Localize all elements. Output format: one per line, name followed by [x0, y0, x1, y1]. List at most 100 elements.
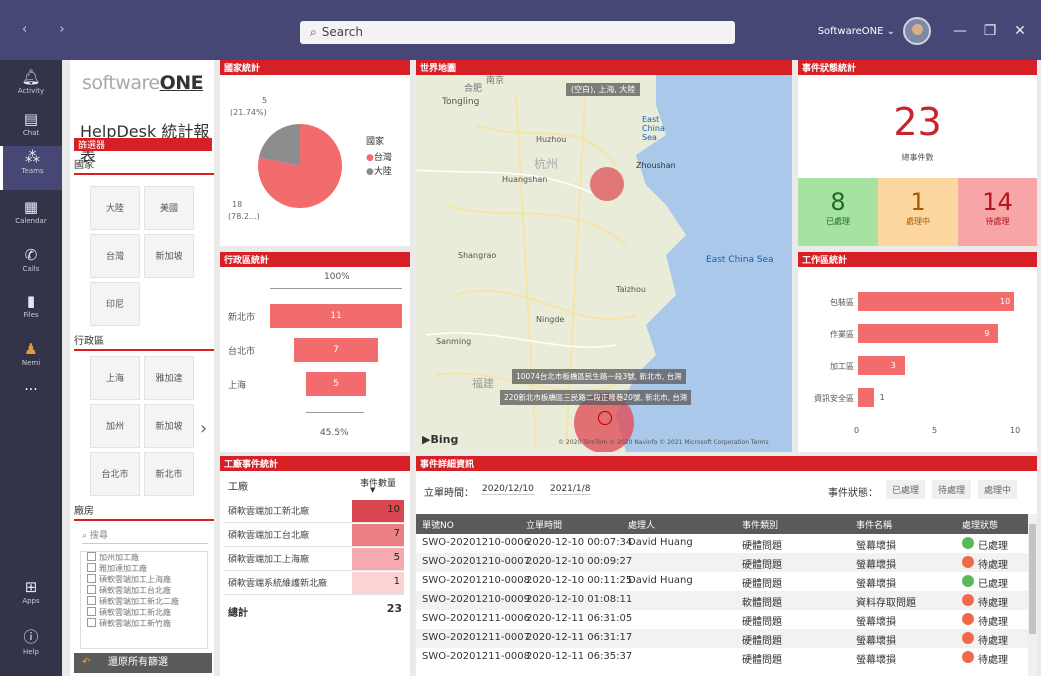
table-cell: 2020-12-11 06:35:37: [526, 651, 633, 662]
more-icon[interactable]: ···: [0, 382, 62, 426]
factory-checkbox[interactable]: 碩軟雲端加工新竹廠: [81, 618, 207, 629]
district-tile[interactable]: 加州: [90, 404, 140, 448]
back-forward-arrows[interactable]: ‹ ›: [22, 22, 79, 37]
table-row[interactable]: SWO-20201210-0009 2020-12-10 01:08:11 軟體問題…: [416, 591, 1028, 610]
close-icon[interactable]: ✕: [1005, 23, 1035, 39]
status-filter-label: 事件狀態：: [828, 488, 878, 499]
funnel-category-label: 新北市: [228, 313, 256, 323]
maximize-icon[interactable]: ❐: [975, 23, 1005, 39]
country-tile[interactable]: 大陸: [90, 186, 140, 230]
country-tile[interactable]: 印尼: [90, 282, 140, 326]
legend-item-mainland[interactable]: ●大陸: [366, 164, 392, 177]
sort-desc-icon[interactable]: ▼: [370, 486, 375, 494]
factory-row-name[interactable]: 碩軟雲端系統維護新北廠: [228, 576, 327, 589]
bar-value-label: 9: [984, 329, 990, 338]
factory-checkbox[interactable]: 碩軟雲端加工新北廠: [81, 607, 207, 618]
status-filter-doing[interactable]: 處理中: [978, 480, 1018, 499]
table-row[interactable]: SWO-20201210-0007 2020-12-10 00:09:27 硬體問題…: [416, 553, 1028, 572]
status-done-card[interactable]: 8 已處理: [798, 178, 878, 246]
rail-help[interactable]: ⓘ Help: [0, 624, 62, 668]
map-place-label: East China Sea: [642, 115, 665, 142]
map-place-label: East China Sea: [706, 255, 774, 265]
col-header-count[interactable]: 事件數量: [360, 476, 396, 489]
rail-activity[interactable]: 🔔︎ Activity: [0, 66, 62, 110]
bar-category-label: 資訊安全區: [814, 394, 854, 403]
factory-checkbox[interactable]: 加州加工廠: [81, 552, 207, 563]
chevron-right-icon[interactable]: ›: [200, 418, 207, 439]
nemi-icon: ♟: [24, 340, 38, 358]
table-cell: 2020-12-10 00:07:34: [526, 537, 633, 548]
district-tile[interactable]: 新加坡: [144, 404, 194, 448]
factory-search-input[interactable]: ⌕ 搜尋: [82, 528, 208, 544]
map-area[interactable]: Tongling 合肥 南京 Huzhou 杭州 Huangshan Zhous…: [416, 75, 792, 452]
date-from-input[interactable]: 2020/12/10: [482, 484, 534, 495]
district-tile[interactable]: 雅加達: [144, 356, 194, 400]
legend-item-taiwan[interactable]: ●台灣: [366, 150, 392, 163]
country-tile[interactable]: 美國: [144, 186, 194, 230]
rail-nemi[interactable]: ♟ Nemi: [0, 338, 62, 382]
rail-files[interactable]: ▮ Files: [0, 290, 62, 334]
col-header[interactable]: 事件類別: [742, 518, 778, 531]
report-canvas: softwareONE HelpDesk 統計報表 篩選器 國家 大陸 美國 台…: [62, 60, 1041, 676]
org-switcher[interactable]: SoftwareONE ⌄: [818, 26, 895, 37]
factory-row-name[interactable]: 碩軟雲端加工台北廠: [228, 528, 309, 541]
avatar[interactable]: [903, 17, 931, 45]
district-tile[interactable]: 新北市: [144, 452, 194, 496]
funnel-bar[interactable]: 5: [306, 372, 366, 396]
rail-calls[interactable]: ✆ Calls: [0, 244, 62, 288]
funnel-bar[interactable]: 11: [270, 304, 402, 328]
map-bubble-shanghai[interactable]: [590, 167, 624, 201]
status-filter-todo[interactable]: 待處理: [932, 480, 972, 499]
table-row[interactable]: SWO-20201210-0008 2020-12-10 00:11:25 Davi…: [416, 572, 1028, 591]
chat-icon: ▤: [23, 110, 39, 128]
col-header[interactable]: 處理狀態: [962, 518, 998, 531]
bar-value-label: 1: [879, 393, 885, 402]
rail-teams[interactable]: ⁂ Teams: [0, 146, 62, 190]
district-tile[interactable]: 台北市: [90, 452, 140, 496]
workzone-bar[interactable]: [858, 356, 905, 375]
calendar-icon: ▦: [23, 198, 39, 216]
status-todo-card[interactable]: 14 待處理: [958, 178, 1037, 246]
status-dot-icon: [962, 594, 974, 606]
rail-apps[interactable]: ⊞ Apps: [0, 576, 62, 620]
country-tile[interactable]: 新加坡: [144, 234, 194, 278]
col-header[interactable]: 事件名稱: [856, 518, 892, 531]
table-cell: 軟體問題: [742, 598, 782, 609]
factory-checkbox[interactable]: 碩軟雲端加工台北廠: [81, 585, 207, 596]
panel-title: 行政區統計: [220, 252, 410, 267]
country-tile[interactable]: 台灣: [90, 234, 140, 278]
table-row[interactable]: SWO-20201211-0007 2020-12-11 06:31:17 硬體問題…: [416, 629, 1028, 648]
table-header: 單號NO 立單時間 處理人 事件類別 事件名稱 處理狀態: [416, 514, 1028, 534]
rail-calendar[interactable]: ▦ Calendar: [0, 196, 62, 240]
status-doing-card[interactable]: 1 處理中: [878, 178, 958, 246]
date-to-input[interactable]: 2021/1/8: [550, 484, 591, 495]
workzone-bar[interactable]: [858, 292, 1014, 311]
factory-checkbox[interactable]: 碩軟雲端加工新北二廠: [81, 596, 207, 607]
district-tile[interactable]: 上海: [90, 356, 140, 400]
workzone-bar[interactable]: [858, 324, 999, 343]
map-tooltip: (空白), 上海, 大陸: [566, 83, 641, 96]
col-header-factory[interactable]: 工廠: [228, 478, 248, 493]
funnel-category-label: 上海: [228, 381, 247, 391]
table-row[interactable]: SWO-20201211-0006 2020-12-11 06:31:05 硬體問題…: [416, 610, 1028, 629]
file-icon: ▮: [26, 292, 36, 310]
search-box[interactable]: ⌕ Search: [300, 21, 735, 44]
reset-filters-button[interactable]: ↶ 還原所有篩選: [74, 653, 212, 673]
map-place-label: Huzhou: [536, 135, 567, 144]
table-cell: 螢幕壞損: [856, 617, 896, 628]
table-scrollbar[interactable]: [1028, 514, 1037, 676]
table-row[interactable]: SWO-20201211-0008 2020-12-11 06:35:37 硬體問題…: [416, 648, 1028, 667]
col-header[interactable]: 單號NO: [422, 518, 454, 531]
table-cell: 硬體問題: [742, 560, 782, 571]
funnel-bar[interactable]: 7: [294, 338, 378, 362]
col-header[interactable]: 處理人: [628, 518, 655, 531]
col-header[interactable]: 立單時間: [526, 518, 562, 531]
minimize-icon[interactable]: —: [945, 23, 975, 39]
table-row[interactable]: SWO-20201210-0006 2020-12-10 00:07:34 Davi…: [416, 534, 1028, 553]
status-filter-done[interactable]: 已處理: [886, 480, 926, 499]
workzone-bar[interactable]: [858, 388, 874, 407]
factory-checkbox[interactable]: 雅加達加工廠: [81, 563, 207, 574]
factory-row-name[interactable]: 碩軟雲端加工新北廠: [228, 504, 309, 517]
factory-row-name[interactable]: 碩軟雲端加工上海廠: [228, 552, 309, 565]
factory-checkbox[interactable]: 碩軟雲端加工上海廠: [81, 574, 207, 585]
